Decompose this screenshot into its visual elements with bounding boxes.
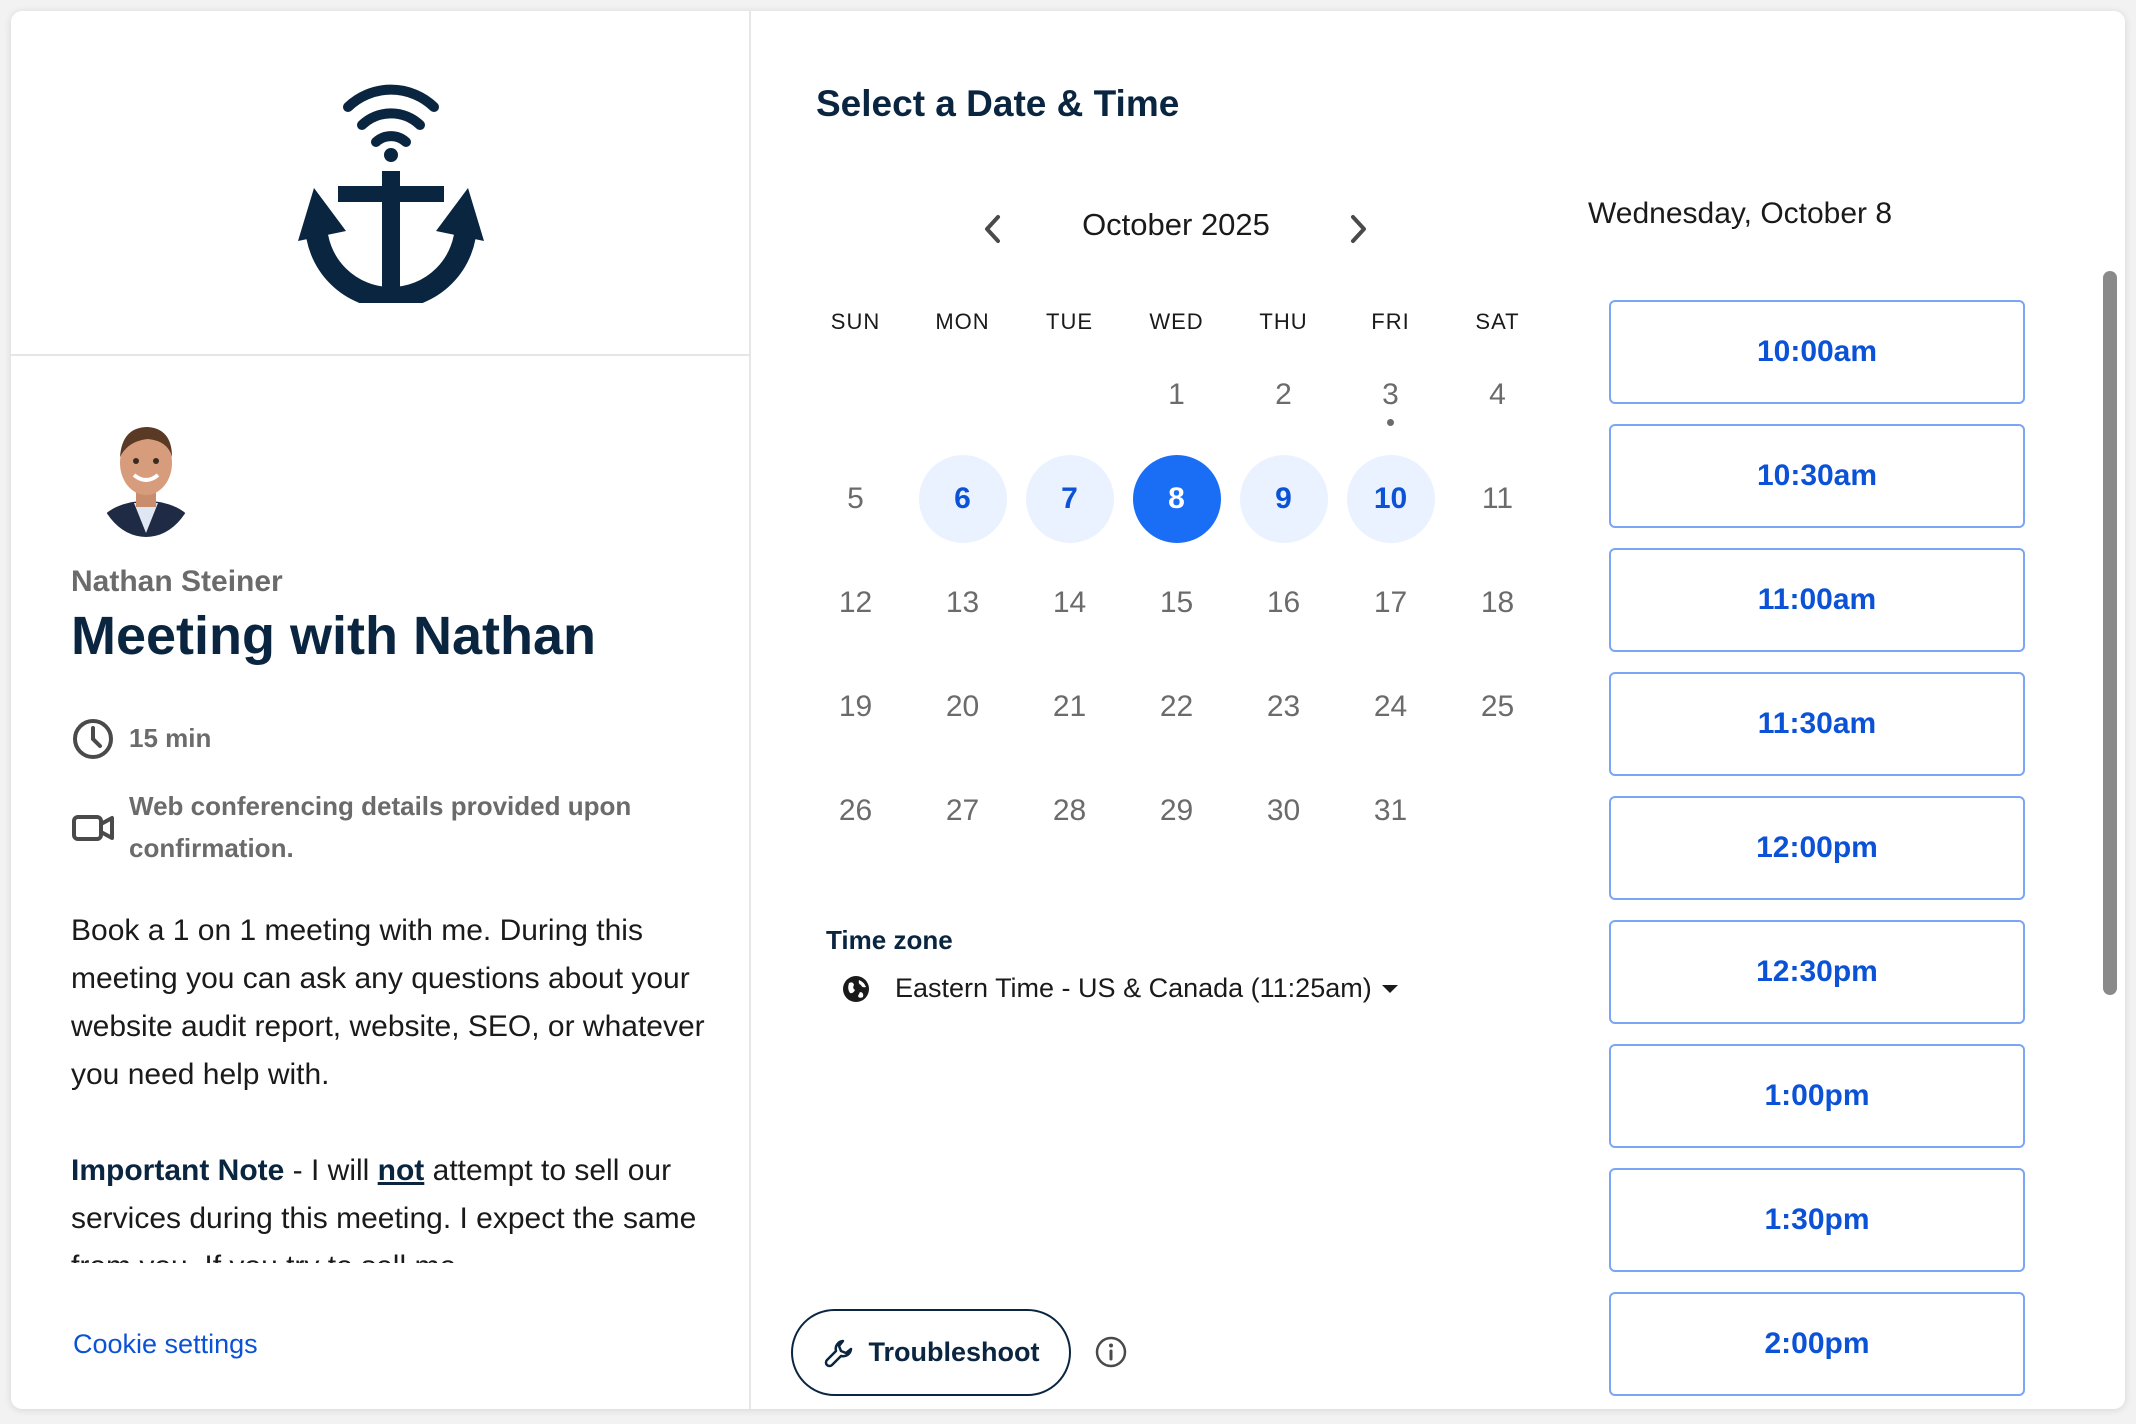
calendar-day-29: 29: [1159, 794, 1194, 827]
calendar-day-24: 24: [1373, 690, 1408, 723]
owner-name: Nathan Steiner: [71, 565, 283, 598]
calendar-day-30: 30: [1266, 794, 1301, 827]
time-slot-button[interactable]: 12:00pm: [1609, 796, 2025, 900]
booking-card: Nathan Steiner Meeting with Nathan 15 mi…: [11, 11, 2125, 1409]
calendar-day-15: 15: [1159, 586, 1194, 619]
globe-icon: [843, 975, 869, 1002]
troubleshoot-button[interactable]: Troubleshoot: [791, 1309, 1071, 1396]
event-details-panel: Nathan Steiner Meeting with Nathan 15 mi…: [11, 11, 751, 1409]
clock-icon: [73, 719, 113, 759]
time-slot-button[interactable]: 10:30am: [1609, 424, 2025, 528]
note-not: not: [377, 1154, 425, 1187]
timezone-label: Time zone: [826, 925, 953, 955]
cookie-settings-link[interactable]: Cookie settings: [73, 1329, 258, 1360]
calendar-day-21: 21: [1052, 690, 1087, 723]
calendar-day-7[interactable]: 7: [1025, 455, 1114, 543]
calendar-day-26: 26: [838, 794, 873, 827]
calendar-day-20: 20: [945, 690, 980, 723]
weekday-label: SUN: [830, 309, 881, 334]
calendar-day-28: 28: [1052, 794, 1087, 827]
calendar-day-4: 4: [1489, 378, 1506, 411]
calendar-day-10[interactable]: 10: [1346, 455, 1435, 543]
event-title: Meeting with Nathan: [71, 606, 596, 666]
info-icon[interactable]: [1094, 1335, 1128, 1369]
today-indicator: [1387, 419, 1394, 426]
calendar-day-23: 23: [1266, 690, 1301, 723]
calendar-day-12: 12: [838, 586, 873, 619]
weekday-label: TUE: [1046, 309, 1093, 334]
anchor-with-signal-icon: [298, 84, 484, 303]
weekday-label: WED: [1149, 309, 1204, 334]
avatar: [96, 411, 196, 537]
timezone-value: Eastern Time - US & Canada (11:25am): [895, 973, 1372, 1003]
calendar-day-22: 22: [1159, 690, 1194, 723]
calendar-day-8[interactable]: 8: [1132, 455, 1221, 543]
duration-text: 15 min: [129, 723, 212, 753]
calendar-day-11: 11: [1481, 482, 1514, 515]
important-note: Important Note - I will not attempt to s…: [71, 1147, 711, 1263]
calendar-day-31: 31: [1373, 794, 1408, 827]
time-slot-button[interactable]: 2:00pm: [1609, 1292, 2025, 1396]
note-label: Important Note: [71, 1154, 285, 1187]
weekday-label: FRI: [1371, 309, 1410, 334]
page-title: Select a Date & Time: [816, 83, 1180, 124]
calendar-day-14: 14: [1052, 586, 1087, 619]
calendar-day-1: 1: [1168, 378, 1185, 411]
scrollbar[interactable]: [2103, 271, 2117, 995]
weekday-label: SAT: [1475, 309, 1520, 334]
calendar-day-17: 17: [1373, 586, 1408, 619]
timezone-select[interactable]: Eastern Time - US & Canada (11:25am): [841, 973, 1398, 1004]
month-label: October 2025: [1082, 207, 1270, 242]
time-slot-button[interactable]: 11:30am: [1609, 672, 2025, 776]
chevron-right-icon: [1351, 215, 1366, 243]
calendar-day-2: 2: [1275, 378, 1292, 411]
calendar-day-18: 18: [1480, 586, 1515, 619]
calendar-day-19: 19: [838, 690, 873, 723]
time-slot-button[interactable]: 12:30pm: [1609, 920, 2025, 1024]
weekday-label: MON: [935, 309, 990, 334]
time-slot-button[interactable]: 10:00am: [1609, 300, 2025, 404]
weekday-label: THU: [1259, 309, 1308, 334]
time-slot-button[interactable]: 1:30pm: [1609, 1168, 2025, 1272]
caret-down-icon: [1381, 984, 1398, 993]
calendar-day-5: 5: [847, 482, 864, 515]
previous-month-button[interactable]: [973, 207, 1013, 251]
wrench-icon: [824, 1339, 852, 1367]
duration-row: 15 min: [71, 717, 211, 761]
event-description: Book a 1 on 1 meeting with me. During th…: [71, 907, 711, 1263]
calendar-day-27: 27: [945, 794, 980, 827]
calendar-day-13: 13: [945, 586, 980, 619]
calendar-day-6[interactable]: 6: [918, 455, 1007, 543]
conferencing-row: Web conferencing details provided upon c…: [71, 785, 711, 869]
time-slot-button[interactable]: 1:00pm: [1609, 1044, 2025, 1148]
note-separator: - I will: [284, 1154, 378, 1187]
calendar-day-25: 25: [1480, 690, 1515, 723]
calendar-day-16: 16: [1266, 586, 1301, 619]
conferencing-text: Web conferencing details provided upon c…: [129, 791, 632, 863]
video-camera-icon: [72, 815, 114, 841]
selected-date-label: Wednesday, October 8: [1588, 197, 1893, 230]
chevron-left-icon: [985, 215, 1000, 243]
description-paragraph: Book a 1 on 1 meeting with me. During th…: [71, 914, 705, 1091]
calendar-day-9[interactable]: 9: [1239, 455, 1328, 543]
time-slot-button[interactable]: 11:00am: [1609, 548, 2025, 652]
next-month-button[interactable]: [1338, 207, 1378, 251]
logo-area: [11, 11, 751, 356]
troubleshoot-label: Troubleshoot: [868, 1337, 1040, 1367]
